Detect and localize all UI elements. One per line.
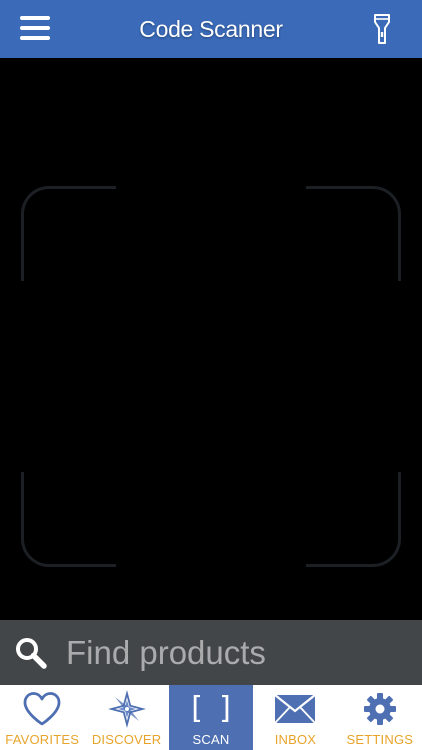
scan-brackets-icon: [] — [186, 691, 248, 726]
viewfinder-corner-bottom-right — [306, 472, 401, 567]
tab-scan[interactable]: [] SCAN — [168, 685, 254, 750]
gear-icon — [363, 693, 396, 725]
hamburger-menu-icon[interactable] — [20, 16, 50, 40]
viewfinder-corner-top-right — [306, 186, 401, 281]
tab-label-inbox: INBOX — [274, 732, 317, 747]
search-bar — [0, 620, 422, 685]
tab-inbox[interactable]: INBOX — [253, 685, 337, 750]
search-input[interactable] — [64, 632, 398, 673]
search-icon — [16, 637, 47, 669]
app-title: Code Scanner — [139, 15, 283, 42]
tab-label-favorites: FAVORITES — [5, 732, 80, 747]
tab-label-settings: SETTINGS — [346, 732, 414, 747]
tab-discover[interactable]: DISCOVER — [84, 685, 168, 750]
envelope-icon — [274, 694, 317, 724]
viewfinder-corner-top-left — [21, 186, 116, 281]
flashlight-icon[interactable] — [372, 13, 392, 45]
tab-label-scan: SCAN — [192, 732, 230, 747]
tab-label-discover: DISCOVER — [91, 732, 162, 747]
viewfinder-corner-bottom-left — [21, 472, 116, 567]
heart-icon — [23, 692, 61, 726]
camera-viewfinder[interactable] — [0, 58, 422, 620]
app-header: Code Scanner — [0, 0, 422, 58]
tab-bar: FAVORITES DISCOVER [] SCAN INBOX SETTING… — [0, 685, 422, 750]
tab-favorites[interactable]: FAVORITES — [0, 685, 84, 750]
tab-settings[interactable]: SETTINGS — [338, 685, 422, 750]
compass-icon — [107, 690, 146, 728]
